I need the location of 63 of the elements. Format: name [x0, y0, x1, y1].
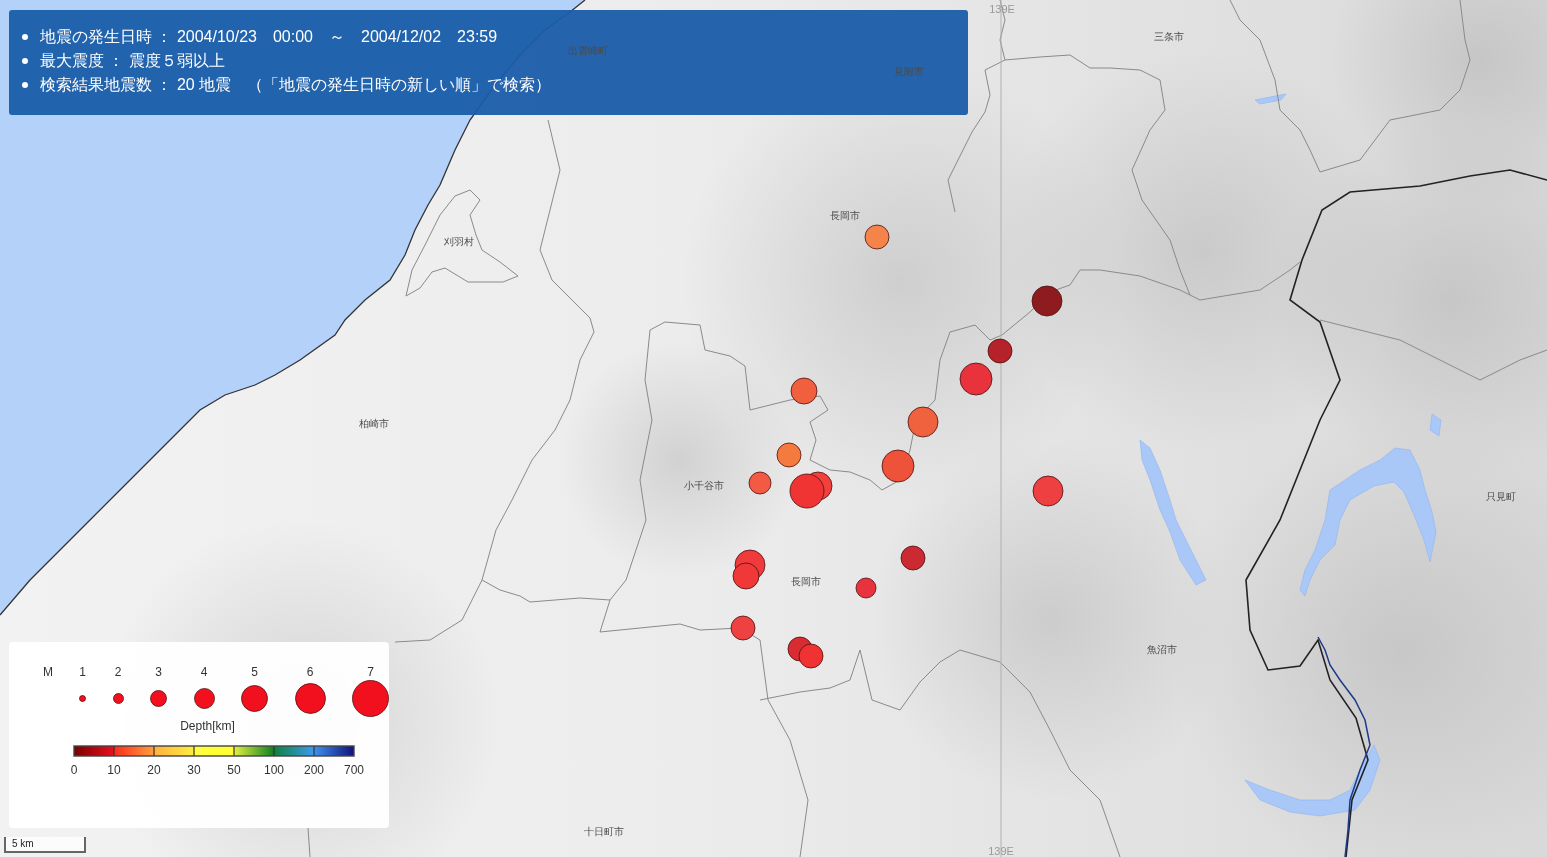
depth-tick-label: 200 [304, 763, 324, 777]
earthquake-marker[interactable] [730, 615, 756, 641]
place-name-label: 刈羽村 [444, 236, 474, 248]
bullet-icon [22, 58, 28, 64]
depth-tick-label: 700 [344, 763, 364, 777]
earthquake-marker[interactable] [790, 377, 818, 405]
magnitude-circle-icon [352, 679, 389, 717]
meridian-label: 139E [989, 3, 1015, 15]
place-name-label: 出雲崎町 [568, 45, 608, 57]
earthquake-marker[interactable] [798, 643, 824, 669]
magnitude-value: 2 [114, 664, 122, 680]
magnitude-value: 5 [251, 664, 258, 680]
earthquake-marker[interactable] [864, 224, 890, 250]
boundary-line [307, 827, 311, 857]
search-condition-text: 地震の発生日時 ： 2004/10/23 00:00 ～ 2004/12/02 23:59 [40, 27, 498, 47]
place-name-label: 只見町 [1486, 491, 1516, 503]
place-name-label: 長岡市 [830, 210, 860, 222]
depth-tick-label: 20 [147, 763, 161, 777]
bullet-icon [22, 34, 28, 40]
magnitude-value: 7 [367, 664, 374, 680]
magnitude-circle-icon [112, 692, 124, 704]
earthquake-marker[interactable] [987, 338, 1013, 364]
lake [1429, 413, 1442, 437]
depth-tick-label: 100 [264, 763, 284, 777]
search-condition-text: 検索結果地震数 ： 20 地震 （「地震の発生日時の新しい順」で検索） [40, 75, 552, 95]
place-name-label: 長岡市 [791, 576, 821, 588]
depth-title: Depth[km] [180, 718, 235, 734]
magnitude-value: 3 [155, 664, 162, 680]
magnitude-circle-icon [193, 687, 215, 709]
earthquake-marker[interactable] [1032, 475, 1064, 507]
earthquake-marker[interactable] [789, 473, 825, 509]
earthquake-marker[interactable] [900, 545, 926, 571]
earthquake-marker[interactable] [959, 362, 993, 396]
earthquake-marker[interactable] [1031, 285, 1063, 317]
magnitude-value: 6 [306, 664, 314, 680]
earthquake-marker[interactable] [881, 449, 915, 483]
earthquake-marker[interactable] [907, 406, 939, 438]
earthquake-marker[interactable] [776, 442, 802, 468]
depth-tick-label: 50 [227, 763, 241, 777]
depth-tick-label: 0 [70, 763, 78, 777]
magnitude-value: 4 [200, 664, 208, 680]
magnitude-circle-icon [79, 694, 86, 702]
place-name-label: 十日町市 [584, 826, 624, 838]
meridian-label: 139E [988, 845, 1014, 857]
earthquake-marker[interactable] [748, 471, 772, 495]
scale-bar: 5 km [4, 837, 86, 853]
place-name-label: 小千谷市 [684, 480, 724, 492]
depth-tick-label: 30 [187, 763, 201, 777]
place-name-label: 三条市 [1154, 31, 1184, 43]
magnitude-circle-icon [150, 689, 167, 707]
magnitude-value: 1 [79, 664, 86, 680]
place-name-label: 見附市 [894, 66, 924, 78]
magnitude-label: M [43, 664, 53, 680]
depth-tick-label: 10 [107, 763, 121, 777]
magnitude-circle-icon [294, 682, 326, 714]
place-name-label: 魚沼市 [1147, 644, 1177, 656]
earthquake-marker[interactable] [732, 562, 760, 590]
earthquake-marker[interactable] [855, 577, 877, 599]
place-name-label: 柏崎市 [359, 418, 389, 430]
search-condition-text: 最大震度 ： 震度５弱以上 [40, 51, 225, 71]
lake [1254, 93, 1287, 105]
magnitude-circle-icon [241, 684, 268, 712]
bullet-icon [22, 82, 28, 88]
